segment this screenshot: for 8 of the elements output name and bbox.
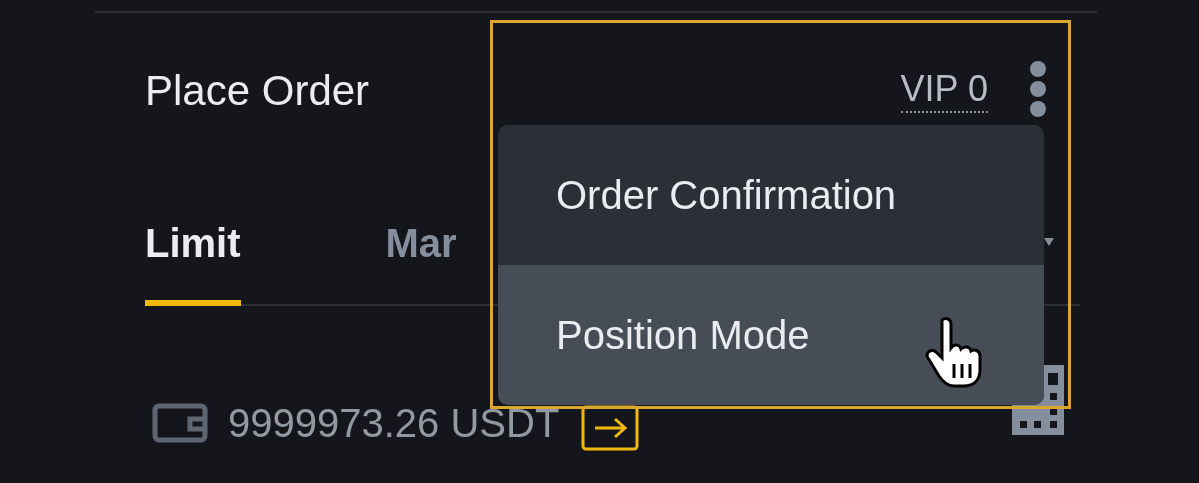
more-icon[interactable]: [1028, 60, 1048, 118]
wallet-icon: [152, 403, 208, 443]
panel-title: Place Order: [145, 65, 370, 116]
order-type-tab[interactable]: Limit: [145, 211, 241, 306]
order-type-tab[interactable]: Mar: [385, 211, 457, 306]
caret-icon[interactable]: [1044, 236, 1054, 246]
menu-item[interactable]: Position Mode: [498, 265, 1044, 405]
vip-level-link[interactable]: VIP 0: [900, 67, 988, 113]
